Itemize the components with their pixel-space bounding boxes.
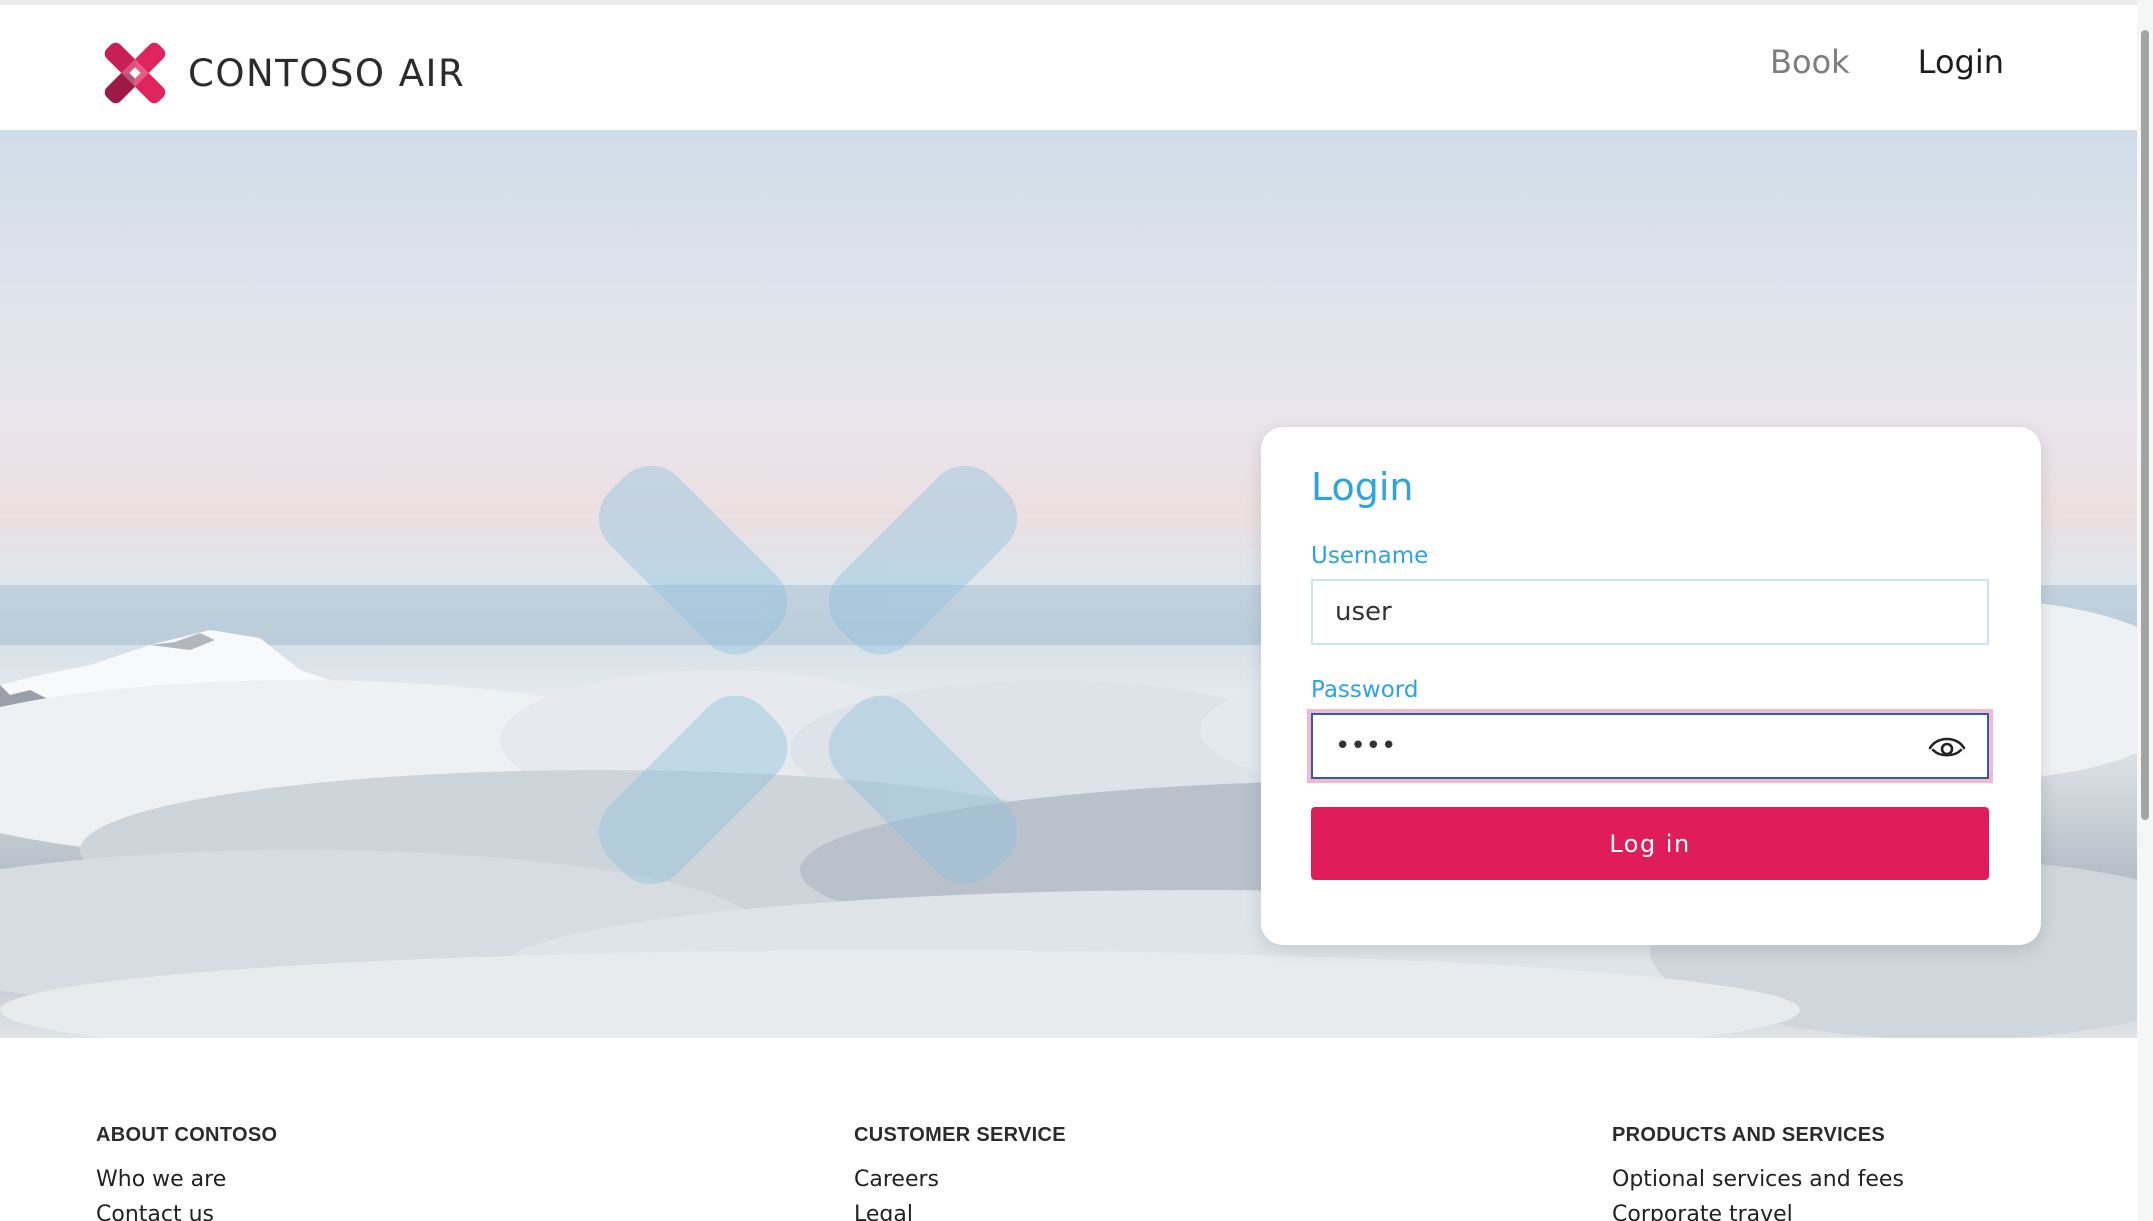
footer-link-legal[interactable]: Legal [854,1202,1066,1221]
nav-book-link[interactable]: Book [1770,43,1850,81]
footer-column-customer-service: CUSTOMER SERVICE Careers Legal [854,1124,1066,1221]
eye-icon[interactable] [1927,730,1967,762]
username-field-wrapper [1311,579,1989,645]
footer-heading: CUSTOMER SERVICE [854,1124,1066,1146]
footer-link-contact-us[interactable]: Contact us [96,1202,277,1221]
scrollbar-thumb[interactable] [2141,30,2149,820]
footer-link-corporate-travel[interactable]: Corporate travel [1612,1202,1904,1221]
footer-column-about: ABOUT CONTOSO Who we are Contact us [96,1124,277,1221]
password-label: Password [1311,677,1419,703]
login-title: Login [1311,465,1414,509]
footer-link-careers[interactable]: Careers [854,1167,1066,1192]
site-footer: ABOUT CONTOSO Who we are Contact us CUST… [0,1038,2137,1221]
site-header: CONTOSO AIR Book Login [0,5,2137,130]
main-nav: Book Login [1770,43,2004,81]
brand-home-link[interactable]: CONTOSO AIR [96,33,465,113]
page-scrollbar[interactable] [2137,0,2153,1221]
login-card: Login Username Password Log in [1261,427,2041,945]
login-submit-button[interactable]: Log in [1311,807,1989,880]
footer-column-products: PRODUCTS AND SERVICES Optional services … [1612,1124,1904,1221]
hero-banner: Login Username Password Log in [0,130,2137,1038]
footer-link-optional-services[interactable]: Optional services and fees [1612,1167,1904,1192]
password-input[interactable] [1311,713,1989,779]
username-input[interactable] [1311,579,1989,645]
footer-heading: PRODUCTS AND SERVICES [1612,1124,1886,1146]
username-label: Username [1311,543,1429,569]
password-field-wrapper [1311,713,1989,779]
page: CONTOSO AIR Book Login Login Username us… [0,0,2153,1221]
nav-login-link[interactable]: Login [1918,43,2004,81]
footer-link-who-we-are[interactable]: Who we are [96,1167,277,1192]
footer-heading: ABOUT CONTOSO [96,1124,278,1146]
contoso-logo-icon [104,42,166,104]
brand-name: CONTOSO AIR [188,51,466,95]
